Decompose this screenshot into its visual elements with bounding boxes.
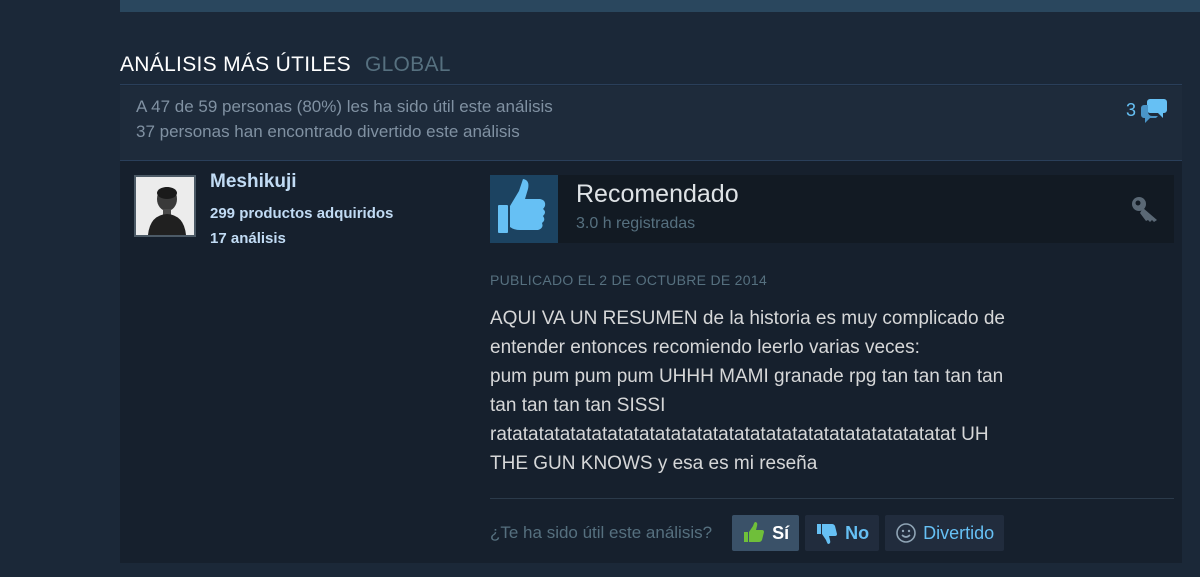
review-line: AQUI VA UN RESUMEN de la historia es muy… (490, 308, 1005, 329)
helpful-count-text: A 47 de 59 personas (80%) les ha sido út… (136, 97, 553, 116)
avatar[interactable] (134, 175, 196, 237)
comments-link[interactable]: 3 (1126, 96, 1168, 124)
thumbs-up-icon (744, 522, 765, 542)
author-reviews[interactable]: 17 análisis (210, 230, 286, 247)
avatar-image (136, 177, 194, 235)
review-line: THE GUN KNOWS y esa es mi reseña (490, 453, 818, 474)
author-name[interactable]: Meshikuji (210, 171, 297, 193)
thumbs-up-icon (498, 179, 546, 233)
hours-played: 3.0 h registradas (576, 215, 696, 232)
review-line: pum pum pum pum UHHH MAMI granade rpg ta… (490, 366, 1004, 387)
speech-bubble-icon (1141, 99, 1167, 123)
vote-no-button[interactable]: No (805, 515, 880, 551)
key-icon (1132, 197, 1157, 222)
review-body: AQUI VA UN RESUMEN de la historia es muy… (490, 304, 1160, 478)
review-line: entender entonces recomiendo leerlo vari… (490, 337, 920, 358)
section-subtitle: GLOBAL (364, 53, 451, 76)
feedback-question: ¿Te ha sido útil este análisis? (490, 523, 713, 542)
comment-count: 3 (1125, 99, 1136, 120)
vote-funny-label: Divertido (923, 522, 995, 543)
vote-yes-label: Sí (772, 522, 790, 543)
vote-funny-button[interactable]: Divertido (885, 515, 1005, 551)
posted-date: PUBLICADO EL 2 DE OCTUBRE DE 2014 (490, 272, 768, 288)
section-header: ANÁLISIS MÁS ÚTILES GLOBAL (120, 46, 1182, 85)
recommendation-header: Recomendado 3.0 h registradas (490, 175, 1174, 243)
section-title: ANÁLISIS MÁS ÚTILES (120, 53, 351, 76)
smiley-icon (896, 523, 916, 543)
feedback-bar: ¿Te ha sido útil este análisis? Sí No Di (490, 514, 1010, 552)
funny-count-text: 37 personas han encontrado divertido est… (136, 122, 520, 141)
vote-yes-button[interactable]: Sí (732, 515, 800, 551)
review-line: tan tan tan tan SISSI (490, 395, 666, 416)
recommendation-label: Recomendado (576, 180, 739, 208)
helpful-summary: A 47 de 59 personas (80%) les ha sido út… (120, 86, 1182, 161)
review-line: ratatatatatatatatatatatatatatatatatatata… (490, 424, 989, 445)
author-block: Meshikuji 299 productos adquiridos 17 an… (134, 171, 464, 247)
vote-no-label: No (845, 522, 870, 543)
top-strip (120, 0, 1200, 12)
author-products[interactable]: 299 productos adquiridos (210, 205, 393, 222)
thumbs-down-icon (817, 524, 838, 544)
divider (490, 498, 1174, 499)
thumbs-up-icon-box (490, 175, 558, 243)
review-box: A 47 de 59 personas (80%) les ha sido út… (120, 86, 1182, 563)
